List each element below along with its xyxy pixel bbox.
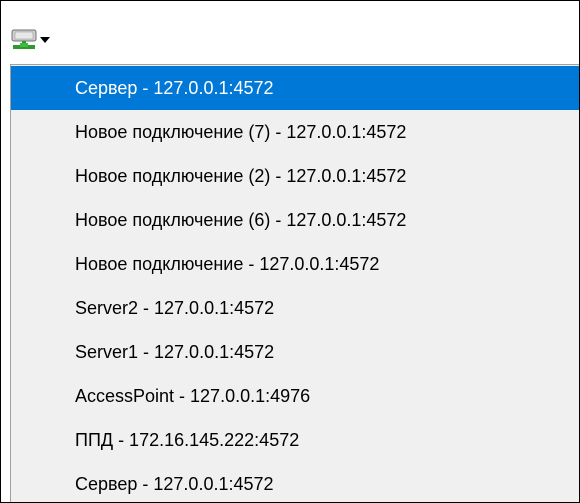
menu-item-connection[interactable]: AccessPoint - 127.0.0.1:4976 bbox=[11, 374, 579, 418]
network-computer-icon bbox=[11, 29, 37, 49]
menu-item-connection[interactable]: Server2 - 127.0.0.1:4572 bbox=[11, 286, 579, 330]
toolbar bbox=[1, 1, 579, 57]
chevron-down-icon bbox=[40, 37, 50, 43]
window-frame: Сервер - 127.0.0.1:4572 Новое подключение… bbox=[0, 0, 580, 503]
menu-item-connection[interactable]: Сервер - 127.0.0.1:4572 bbox=[11, 66, 579, 110]
menu-item-connection[interactable]: Новое подключение - 127.0.0.1:4572 bbox=[11, 242, 579, 286]
menu-item-connection[interactable]: Новое подключение (7) - 127.0.0.1:4572 bbox=[11, 110, 579, 154]
menu-item-connection[interactable]: ППД - 172.16.145.222:4572 bbox=[11, 418, 579, 462]
menu-item-connection[interactable]: Сервер - 127.0.0.1:4572 bbox=[11, 462, 579, 502]
menu-item-connection[interactable]: Новое подключение (2) - 127.0.0.1:4572 bbox=[11, 154, 579, 198]
menu-item-connection[interactable]: Server1 - 127.0.0.1:4572 bbox=[11, 330, 579, 374]
connection-menu: Сервер - 127.0.0.1:4572 Новое подключение… bbox=[10, 64, 579, 502]
menu-item-connection[interactable]: Новое подключение (6) - 127.0.0.1:4572 bbox=[11, 198, 579, 242]
connection-dropdown-button[interactable] bbox=[10, 28, 50, 52]
